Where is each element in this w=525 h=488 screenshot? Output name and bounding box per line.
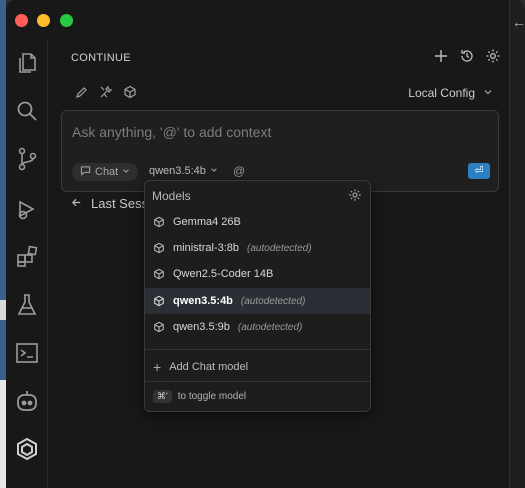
mode-label: Chat	[95, 166, 119, 178]
cube-icon	[153, 321, 165, 333]
plus-icon[interactable]	[433, 48, 449, 64]
close-window-button[interactable]	[15, 14, 28, 27]
chat-bubble-icon	[80, 165, 91, 179]
model-option-name: Qwen2.5-Coder 14B	[173, 268, 274, 280]
model-option-name: ministral-3:8b	[173, 242, 240, 254]
mode-selector[interactable]: Chat	[72, 163, 139, 181]
testing-icon[interactable]	[14, 292, 40, 318]
add-context-button[interactable]: @	[233, 164, 245, 178]
model-option[interactable]: Gemma4 26B	[145, 209, 370, 235]
config-label: Local Config	[408, 86, 475, 100]
search-icon[interactable]	[14, 98, 40, 124]
submit-button[interactable]: ⏎	[468, 163, 490, 179]
model-option-name: qwen3.5:4b	[173, 295, 233, 307]
gear-icon[interactable]	[485, 48, 501, 64]
model-label: qwen3.5:4b	[149, 165, 206, 177]
arrow-left-icon[interactable]: ←	[512, 14, 525, 30]
config-selector[interactable]: Local Config	[408, 86, 493, 100]
toggle-model-hint: ⌘' to toggle model	[153, 390, 246, 403]
enter-icon: ⏎	[474, 165, 484, 177]
zoom-window-button[interactable]	[60, 14, 73, 27]
cube-icon[interactable]	[123, 85, 137, 99]
models-dropdown: Models Gemma4 26B ministral-3:8b (autode…	[144, 180, 371, 412]
secondary-panel-edge: ←	[509, 0, 525, 488]
tools-row	[75, 85, 137, 99]
add-chat-model-button[interactable]: + Add Chat model	[153, 359, 248, 375]
extensions-icon[interactable]	[14, 244, 40, 270]
model-option[interactable]: ministral-3:8b (autodetected)	[145, 235, 370, 261]
cube-icon	[153, 216, 165, 228]
model-option-name: qwen3.5:9b	[173, 321, 230, 333]
model-option[interactable]: qwen3.5:9b (autodetected)	[145, 314, 370, 340]
model-option-tag: (autodetected)	[247, 242, 312, 254]
terminal-icon[interactable]	[14, 340, 40, 366]
activity-bar	[6, 40, 48, 488]
plus-icon: +	[153, 359, 162, 375]
divider	[145, 349, 370, 350]
cube-icon	[153, 295, 165, 307]
source-control-icon[interactable]	[14, 146, 40, 172]
minimize-window-button[interactable]	[37, 14, 50, 27]
divider	[145, 381, 370, 382]
editor-window: CONTINUE Local Config Ask anything, '@' …	[6, 0, 525, 488]
model-option-tag: (autodetected)	[237, 321, 303, 333]
model-option-tag: (autodetected)	[240, 295, 306, 307]
models-dropdown-title: Models	[152, 189, 191, 203]
files-icon[interactable]	[14, 50, 40, 76]
model-selector[interactable]: qwen3.5:4b	[149, 165, 218, 177]
panel-header-actions	[433, 48, 501, 64]
pencil-icon[interactable]	[75, 85, 89, 99]
model-option[interactable]: Qwen2.5-Coder 14B	[145, 261, 370, 287]
chat-input-placeholder[interactable]: Ask anything, '@' to add context	[72, 124, 271, 140]
chevron-down-icon	[210, 165, 218, 177]
copilot-icon[interactable]	[14, 388, 40, 414]
debug-icon[interactable]	[14, 196, 40, 222]
hint-text: to toggle model	[177, 391, 247, 402]
cube-icon	[153, 268, 165, 280]
tools-icon[interactable]	[99, 85, 113, 99]
shortcut-key: ⌘'	[153, 390, 172, 403]
chevron-down-icon	[122, 166, 130, 178]
cube-icon	[153, 242, 165, 254]
gear-icon[interactable]	[348, 188, 362, 202]
chevron-down-icon	[483, 86, 493, 100]
model-option-selected[interactable]: qwen3.5:4b (autodetected)	[145, 288, 370, 314]
model-option-name: Gemma4 26B	[173, 216, 241, 228]
panel-title: CONTINUE	[71, 52, 131, 64]
arrow-left-icon	[71, 196, 82, 211]
continue-icon[interactable]	[14, 436, 40, 462]
title-bar	[6, 0, 525, 40]
history-icon[interactable]	[459, 48, 475, 64]
add-chat-model-label: Add Chat model	[169, 361, 249, 373]
